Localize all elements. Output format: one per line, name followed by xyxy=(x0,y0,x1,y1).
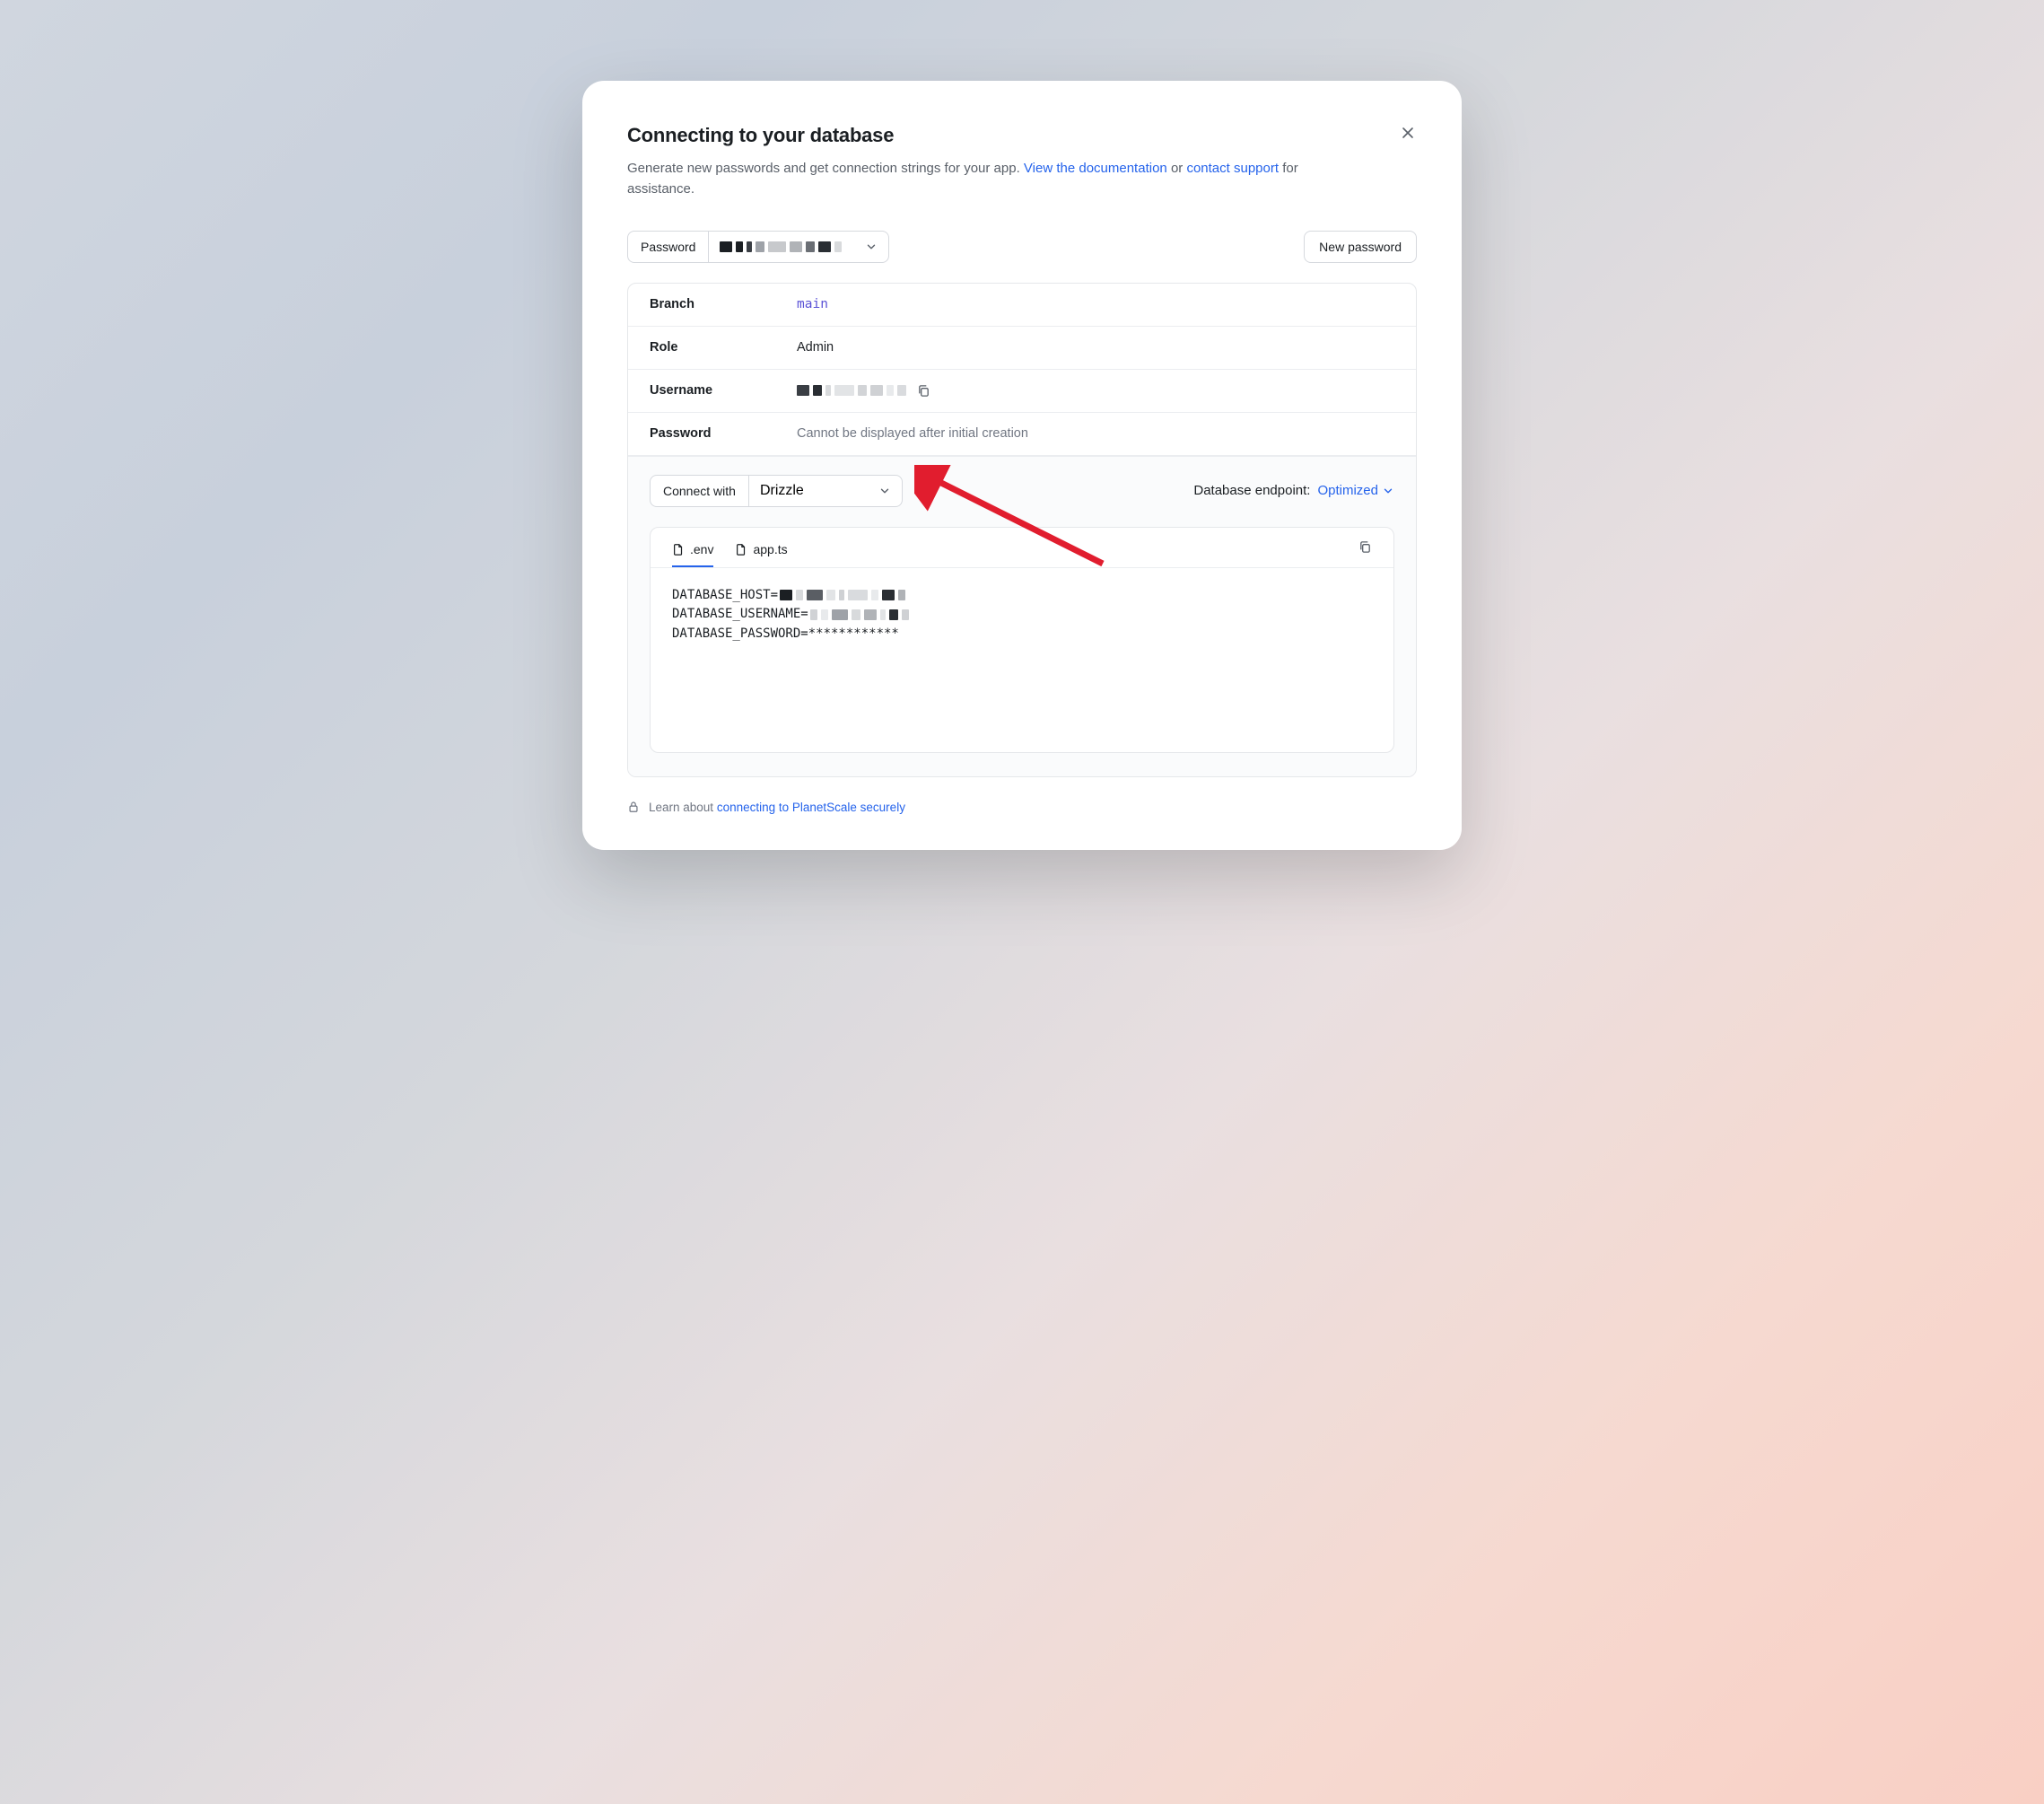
code-line-1-prefix: DATABASE_HOST= xyxy=(672,586,778,606)
connect-row: Connect with Drizzle Database endpoint: … xyxy=(650,475,1394,507)
dialog-title: Connecting to your database xyxy=(627,124,1417,147)
code-line-1: DATABASE_HOST= xyxy=(672,586,1372,606)
redacted-password-name xyxy=(720,241,842,252)
database-endpoint: Database endpoint: Optimized xyxy=(1193,483,1394,498)
row-password: Password Cannot be displayed after initi… xyxy=(628,413,1416,456)
password-value: Cannot be displayed after initial creati… xyxy=(797,426,1028,441)
username-label: Username xyxy=(650,383,797,398)
dialog-subtitle: Generate new passwords and get connectio… xyxy=(627,158,1345,200)
dialog-connecting-database: Connecting to your database Generate new… xyxy=(582,81,1462,850)
tab-appts[interactable]: app.ts xyxy=(735,537,787,567)
file-icon xyxy=(735,543,747,556)
footer-text: Learn about connecting to PlanetScale se… xyxy=(649,801,905,814)
subtitle-pre: Generate new passwords and get connectio… xyxy=(627,161,1024,176)
tab-env-label: .env xyxy=(690,542,713,556)
endpoint-value: Optimized xyxy=(1317,483,1378,498)
toolbar: Password New password xyxy=(627,231,1417,263)
file-icon xyxy=(672,543,685,556)
code-tabs: .env app.ts xyxy=(651,528,1393,568)
row-username: Username xyxy=(628,370,1416,413)
dialog-header: Connecting to your database Generate new… xyxy=(627,124,1417,200)
row-branch: Branch main xyxy=(628,284,1416,327)
connect-with-selector: Connect with Drizzle xyxy=(650,475,903,507)
username-value xyxy=(797,384,930,398)
code-line-2: DATABASE_USERNAME= xyxy=(672,605,1372,625)
code-line-2-prefix: DATABASE_USERNAME= xyxy=(672,605,808,625)
password-selector-value[interactable] xyxy=(709,232,888,262)
copy-username-button[interactable] xyxy=(917,384,930,398)
code-line-3: DATABASE_PASSWORD=************ xyxy=(672,625,1372,644)
role-label: Role xyxy=(650,340,797,355)
password-selector: Password xyxy=(627,231,889,263)
code-panel: .env app.ts DATABASE_HOST= xyxy=(650,527,1394,753)
lock-icon xyxy=(627,801,640,813)
connect-with-value[interactable]: Drizzle xyxy=(749,476,902,506)
role-value: Admin xyxy=(797,340,834,355)
redacted-username xyxy=(797,385,906,396)
tab-env[interactable]: .env xyxy=(672,537,713,567)
copy-icon xyxy=(917,384,930,398)
close-button[interactable] xyxy=(1395,120,1420,145)
contact-support-link[interactable]: contact support xyxy=(1186,161,1279,176)
connect-with-selected: Drizzle xyxy=(760,483,804,499)
close-icon xyxy=(1401,126,1415,140)
branch-value: main xyxy=(797,297,828,311)
footer-link[interactable]: connecting to PlanetScale securely xyxy=(717,801,905,814)
subtitle-mid: or xyxy=(1171,161,1187,176)
new-password-button[interactable]: New password xyxy=(1304,231,1417,263)
password-selector-label: Password xyxy=(628,232,709,262)
footer-pre: Learn about xyxy=(649,801,717,814)
chevron-down-icon xyxy=(1382,485,1394,497)
row-role: Role Admin xyxy=(628,327,1416,370)
documentation-link[interactable]: View the documentation xyxy=(1024,161,1167,176)
details-panel: Branch main Role Admin Username Password… xyxy=(627,283,1417,777)
redacted-host xyxy=(780,590,905,600)
password-label: Password xyxy=(650,426,797,441)
endpoint-label: Database endpoint: xyxy=(1193,483,1310,498)
tab-appts-label: app.ts xyxy=(753,542,787,556)
redacted-db-username xyxy=(810,609,909,620)
chevron-down-icon xyxy=(865,241,878,253)
branch-label: Branch xyxy=(650,297,797,311)
connect-with-label: Connect with xyxy=(651,476,749,506)
copy-icon xyxy=(1358,540,1372,554)
chevron-down-icon xyxy=(878,485,891,497)
endpoint-value-dropdown[interactable]: Optimized xyxy=(1317,483,1394,498)
connect-panel: Connect with Drizzle Database endpoint: … xyxy=(628,456,1416,776)
footer: Learn about connecting to PlanetScale se… xyxy=(627,801,1417,814)
copy-code-button[interactable] xyxy=(1358,540,1372,563)
code-body: DATABASE_HOST= DATABASE_USERNAME= DATABA… xyxy=(651,568,1393,752)
